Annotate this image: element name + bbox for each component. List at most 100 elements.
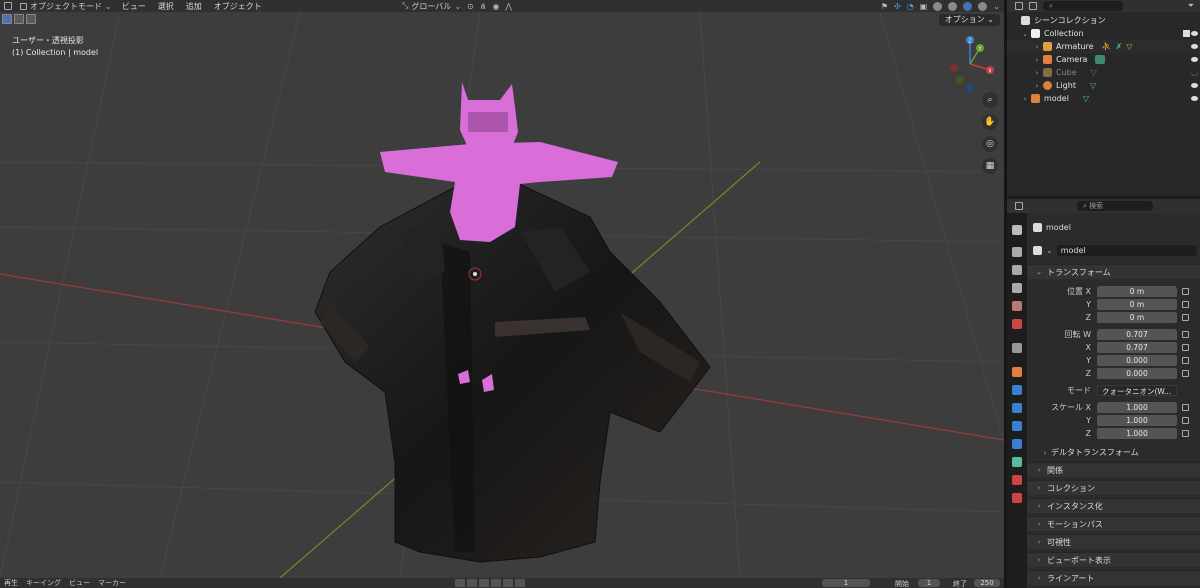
lock-icon[interactable] <box>1182 314 1189 321</box>
data-tab-icon[interactable] <box>1012 457 1022 467</box>
chevron-right-icon[interactable]: › <box>1033 69 1041 77</box>
menu-object[interactable]: オブジェクト <box>208 1 268 12</box>
select-box-icon[interactable] <box>2 14 12 24</box>
editor-type-button[interactable] <box>0 2 16 10</box>
eye-icon[interactable] <box>1191 31 1198 36</box>
lock-icon[interactable] <box>1182 370 1189 377</box>
timeline-menu-keying[interactable]: キーイング <box>22 578 65 588</box>
section-motion-paths[interactable]: › モーションパス <box>1027 516 1200 531</box>
section-collections[interactable]: › コレクション <box>1027 480 1200 495</box>
scale-y-field[interactable]: 1.000 <box>1097 415 1177 426</box>
zoom-icon[interactable]: ⌕ <box>982 92 998 108</box>
wireframe-shading-icon[interactable] <box>933 1 943 11</box>
chevron-right-icon[interactable]: › <box>1033 82 1041 90</box>
hidden-eye-icon[interactable]: ◡ <box>1191 68 1198 77</box>
timeline-menu-marker[interactable]: マーカー <box>94 578 130 588</box>
collection-tab-icon[interactable] <box>1012 343 1022 353</box>
pivot-point-icon[interactable]: ⊙ <box>467 2 474 11</box>
tool-tab-icon[interactable] <box>1012 225 1022 235</box>
object-tab-icon[interactable] <box>1012 367 1022 377</box>
outliner-item-model[interactable]: › model ▽ <box>1007 92 1200 105</box>
render-tab-icon[interactable] <box>1012 247 1022 257</box>
xray-toggle-icon[interactable]: ▣ <box>920 2 928 11</box>
menu-view[interactable]: ビュー <box>116 1 152 12</box>
falloff-icon[interactable]: ⋀ <box>505 2 512 11</box>
scale-z-field[interactable]: 1.000 <box>1097 428 1177 439</box>
menu-add[interactable]: 追加 <box>180 1 208 12</box>
texture-tab-icon[interactable] <box>1012 493 1022 503</box>
outliner-editor-icon[interactable] <box>1015 2 1023 10</box>
lock-icon[interactable] <box>1182 288 1189 295</box>
world-tab-icon[interactable] <box>1012 319 1022 329</box>
chevron-down-icon[interactable]: ⌄ <box>993 2 1000 11</box>
constraints-tab-icon[interactable] <box>1012 439 1022 449</box>
chevron-right-icon[interactable]: › <box>1021 95 1029 103</box>
prev-key-icon[interactable] <box>467 579 477 587</box>
object-datablock-icon[interactable] <box>1033 246 1042 255</box>
lock-icon[interactable] <box>1182 404 1189 411</box>
filter-icon[interactable]: ⏷ <box>1188 1 1194 11</box>
chevron-right-icon[interactable]: › <box>1033 43 1041 51</box>
play-reverse-icon[interactable] <box>479 579 489 587</box>
overlay-toggle-icon[interactable]: ◔ <box>907 2 914 11</box>
properties-editor-icon[interactable] <box>1015 202 1023 210</box>
start-frame-field[interactable]: 1 <box>918 579 940 587</box>
scale-x-field[interactable]: 1.000 <box>1097 402 1177 413</box>
particles-tab-icon[interactable] <box>1012 403 1022 413</box>
collection-row[interactable]: ⌄ Collection <box>1007 27 1200 40</box>
view-layer-tab-icon[interactable] <box>1012 283 1022 293</box>
lock-icon[interactable] <box>1182 430 1189 437</box>
section-viewport-display[interactable]: › ビューポート表示 <box>1027 552 1200 567</box>
scene-collection-row[interactable]: シーンコレクション <box>1007 14 1200 27</box>
section-visibility[interactable]: › 可視性 <box>1027 534 1200 549</box>
outliner-item-light[interactable]: › Light ▽ <box>1007 79 1200 92</box>
visibility-icon[interactable]: ⚑ <box>881 2 888 11</box>
modifier-tab-icon[interactable] <box>1012 385 1022 395</box>
ortho-grid-icon[interactable]: ▦ <box>982 158 998 174</box>
chevron-down-icon[interactable]: ⌄ <box>1021 30 1029 38</box>
timeline-menu-playback[interactable]: 再生 <box>0 578 22 588</box>
chevron-right-icon[interactable]: › <box>1033 56 1041 64</box>
transform-orientation-dropdown[interactable]: ⤡ グローバル ⌄ <box>402 1 461 12</box>
location-y-field[interactable]: 0 m <box>1097 299 1177 310</box>
physics-tab-icon[interactable] <box>1012 421 1022 431</box>
chevron-down-icon[interactable]: ⌄ <box>1046 246 1053 255</box>
location-x-field[interactable]: 0 m <box>1097 286 1177 297</box>
lock-icon[interactable] <box>1182 357 1189 364</box>
lock-icon[interactable] <box>1182 331 1189 338</box>
object-name-field[interactable]: model <box>1056 245 1197 256</box>
3d-viewport[interactable]: ユーザー・透視投影 (1) Collection | model オプション ⌄… <box>0 12 1004 578</box>
location-z-field[interactable]: 0 m <box>1097 312 1177 323</box>
jump-start-icon[interactable] <box>455 579 465 587</box>
checkbox-icon[interactable] <box>1183 30 1190 37</box>
proportional-edit-icon[interactable]: ◉ <box>492 2 499 11</box>
navigation-gizmo[interactable]: Z X Y <box>942 34 998 94</box>
rotation-mode-dropdown[interactable]: クォータニオン(W... <box>1097 385 1177 396</box>
outliner-item-armature[interactable]: › Armature ⛹ ✗ ▽ <box>1007 40 1200 53</box>
scene-tab-icon[interactable] <box>1012 301 1022 311</box>
jump-end-icon[interactable] <box>515 579 525 587</box>
display-mode-icon[interactable] <box>1029 2 1037 10</box>
transform-section-header[interactable]: ⌄ トランスフォーム <box>1027 264 1200 279</box>
snap-icon[interactable]: ⋔ <box>480 2 487 11</box>
solid-shading-icon[interactable] <box>948 1 958 11</box>
eye-icon[interactable] <box>1191 57 1198 62</box>
options-dropdown[interactable]: オプション ⌄ <box>938 14 1000 26</box>
outliner-item-camera[interactable]: › Camera <box>1007 53 1200 66</box>
play-icon[interactable] <box>491 579 501 587</box>
timeline-menu-view[interactable]: ビュー <box>65 578 94 588</box>
rotation-x-field[interactable]: 0.707 <box>1097 342 1177 353</box>
lock-icon[interactable] <box>1182 344 1189 351</box>
properties-search-input[interactable]: ⌕ 検索 <box>1077 201 1153 211</box>
outliner-search-input[interactable]: ⌕ <box>1043 1 1123 11</box>
eye-icon[interactable] <box>1191 96 1198 101</box>
rotation-y-field[interactable]: 0.000 <box>1097 355 1177 366</box>
output-tab-icon[interactable] <box>1012 265 1022 275</box>
eye-icon[interactable] <box>1191 44 1198 49</box>
select-subtract-icon[interactable] <box>26 14 36 24</box>
rotation-z-field[interactable]: 0.000 <box>1097 368 1177 379</box>
mode-selector[interactable]: オブジェクトモード ⌄ <box>16 1 116 12</box>
lock-icon[interactable] <box>1182 301 1189 308</box>
select-extend-icon[interactable] <box>14 14 24 24</box>
eye-icon[interactable] <box>1191 83 1198 88</box>
